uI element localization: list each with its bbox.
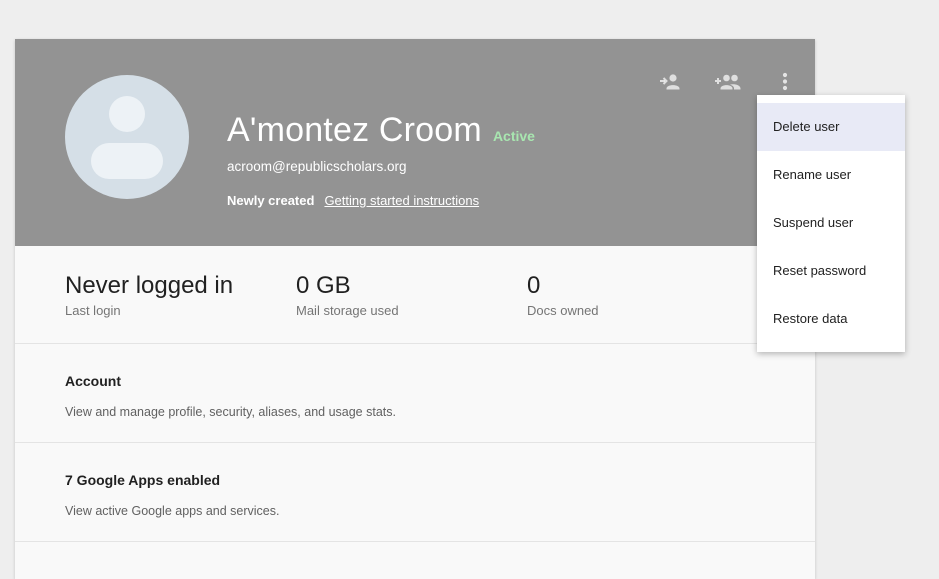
menu-item-restore-data[interactable]: Restore data [757, 295, 905, 343]
section-description: View and manage profile, security, alias… [65, 405, 396, 419]
user-email: acroom@republicscholars.org [227, 159, 407, 174]
stat-label: Mail storage used [296, 303, 399, 318]
getting-started-link[interactable]: Getting started instructions [324, 193, 479, 208]
stat-value: Never logged in [65, 272, 234, 299]
user-meta-row: Newly created Getting started instructio… [227, 193, 479, 208]
name-row: A'montez Croom Active [227, 111, 535, 150]
stat-label: Last login [65, 303, 121, 318]
newly-created-label: Newly created [227, 193, 315, 208]
menu-item-delete-user[interactable]: Delete user [757, 103, 905, 151]
section-description: View active Google apps and services. [65, 504, 280, 518]
user-header: A'montez Croom Active acroom@republicsch… [15, 39, 815, 246]
status-badge: Active [492, 128, 535, 144]
stat-last-login: Never logged in Last login [65, 272, 233, 318]
section-title: 7 Google Apps enabled [65, 472, 221, 488]
stat-value: 0 [527, 272, 541, 299]
stats-row: Never logged in Last login 0 GB Mail sto… [15, 246, 815, 344]
more-options-menu: Delete user Rename user Suspend user Res… [757, 95, 905, 352]
user-card: A'montez Croom Active acroom@republicsch… [15, 39, 815, 579]
user-name: A'montez Croom [227, 111, 482, 149]
stat-mail-storage: 0 GB Mail storage used [296, 272, 399, 318]
avatar-head-shape [109, 96, 145, 132]
section-account[interactable]: Account View and manage profile, securit… [15, 344, 815, 443]
stat-value: 0 GB [296, 272, 351, 299]
assign-user-icon[interactable] [658, 70, 682, 99]
stat-docs-owned: 0 Docs owned [527, 272, 599, 318]
menu-item-suspend-user[interactable]: Suspend user [757, 199, 905, 247]
stat-label: Docs owned [527, 303, 599, 318]
menu-item-reset-password[interactable]: Reset password [757, 247, 905, 295]
section-google-apps[interactable]: 7 Google Apps enabled View active Google… [15, 443, 815, 542]
avatar-body-shape [91, 143, 163, 179]
add-to-group-icon[interactable] [714, 70, 742, 99]
section-title: Account [65, 373, 121, 389]
menu-item-rename-user[interactable]: Rename user [757, 151, 905, 199]
avatar [65, 75, 189, 199]
